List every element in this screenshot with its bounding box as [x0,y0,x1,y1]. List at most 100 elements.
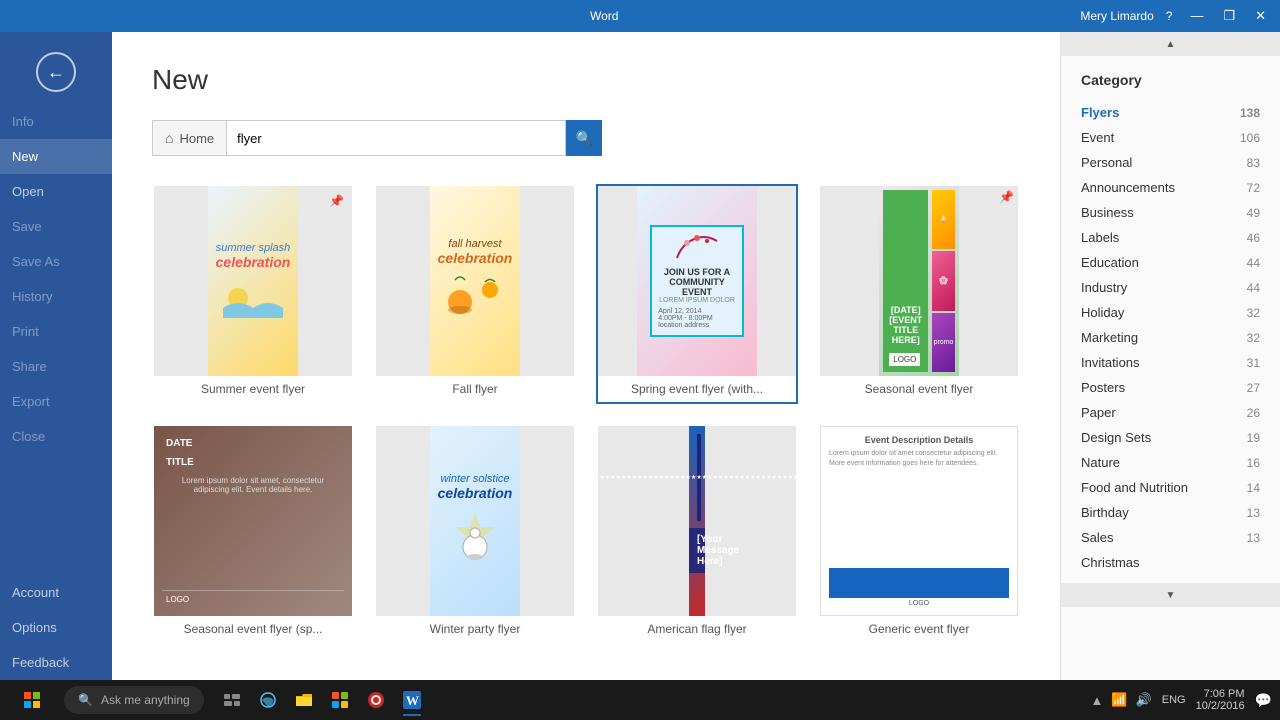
action-center-icon[interactable]: 💬 [1255,692,1272,709]
restore-button[interactable]: ❐ [1217,6,1241,26]
sidebar-item-close[interactable]: Close [0,419,112,454]
category-row-posters[interactable]: Posters 27 [1061,375,1280,400]
sidebar-item-saveas[interactable]: Save As [0,244,112,279]
sidebar-item-print[interactable]: Print [0,314,112,349]
taskbar-app-file-explorer[interactable] [288,684,320,716]
category-name-birthday: Birthday [1081,505,1129,520]
sidebar-item-feedback[interactable]: Feedback [0,645,112,680]
category-count-education: 44 [1247,256,1260,270]
category-row-education[interactable]: Education 44 [1061,250,1280,275]
taskbar-system-icons: ▲ 📶 🔊 [1091,692,1152,708]
template-card-generic[interactable]: Event Description Details Lorem ipsum do… [818,424,1020,644]
category-name-business: Business [1081,205,1134,220]
template-card-spring[interactable]: JOIN US FOR A COMMUNITY EVENT LOREM IPSU… [596,184,798,404]
template-label-flag: American flag flyer [598,616,796,642]
template-card-summer[interactable]: summer splash celebration 📌 Summer event… [152,184,354,404]
category-count-nature: 16 [1247,456,1260,470]
category-row-design-sets[interactable]: Design Sets 19 [1061,425,1280,450]
taskbar-app-store[interactable] [324,684,356,716]
category-row-event[interactable]: Event 106 [1061,125,1280,150]
category-count-flyers: 138 [1240,106,1260,120]
sidebar: ← Info New Open Save Save As History Pri… [0,32,112,680]
sidebar-item-account[interactable]: Account [0,575,112,610]
pin-icon-seasonal: 📌 [999,190,1014,204]
template-card-seasonal[interactable]: [DATE] [EVENT TITLE HERE] LOGO 🍦 � [818,184,1020,404]
template-label-seasonal: Seasonal event flyer [820,376,1018,402]
content-area: New ⌂ Home 🔍 summer splash celebration [112,32,1060,680]
category-row-holiday[interactable]: Holiday 32 [1061,300,1280,325]
search-button[interactable]: 🔍 [566,120,602,156]
taskbar-app-edge[interactable] [252,684,284,716]
template-card-seasonal2[interactable]: DATE TITLE Lorem ipsum dolor sit amet, c… [152,424,354,644]
taskbar-clock[interactable]: 7:06 PM 10/2/2016 [1196,688,1245,712]
search-input[interactable] [226,120,566,156]
category-count-industry: 44 [1247,281,1260,295]
taskbar-app-word[interactable]: W [396,684,428,716]
taskbar-app-security[interactable] [360,684,392,716]
sidebar-item-open[interactable]: Open [0,174,112,209]
back-button[interactable]: ← [36,52,76,92]
notification-icon[interactable]: ▲ [1091,693,1104,708]
help-button[interactable]: ? [1166,9,1173,23]
scroll-down-button[interactable]: ▼ [1061,583,1280,607]
home-button[interactable]: ⌂ Home [152,120,226,156]
app-name: Word [590,9,618,23]
network-icon[interactable]: 📶 [1111,692,1127,708]
category-row-business[interactable]: Business 49 [1061,200,1280,225]
sidebar-nav: Info New Open Save Save As History Print… [0,104,112,454]
category-row-nature[interactable]: Nature 16 [1061,450,1280,475]
template-thumb-seasonal: [DATE] [EVENT TITLE HERE] LOGO 🍦 � [820,186,1018,376]
start-button[interactable] [8,680,56,720]
category-name-nature: Nature [1081,455,1120,470]
home-label: Home [179,131,214,146]
category-row-marketing[interactable]: Marketing 32 [1061,325,1280,350]
search-bar: ⌂ Home 🔍 [152,120,1020,156]
template-label-spring: Spring event flyer (with... [598,376,796,402]
search-icon: 🔍 [575,130,592,147]
category-row-labels[interactable]: Labels 46 [1061,225,1280,250]
sidebar-item-info[interactable]: Info [0,104,112,139]
sidebar-item-export[interactable]: Export [0,384,112,419]
taskbar-search-box[interactable]: 🔍 Ask me anything [64,686,204,714]
category-row-industry[interactable]: Industry 44 [1061,275,1280,300]
category-count-sales: 13 [1247,531,1260,545]
sidebar-item-save[interactable]: Save [0,209,112,244]
home-icon: ⌂ [165,130,173,146]
category-row-invitations[interactable]: Invitations 31 [1061,350,1280,375]
category-row-announcements[interactable]: Announcements 72 [1061,175,1280,200]
template-card-winter[interactable]: winter solstice celebration Winter p [374,424,576,644]
sidebar-item-share[interactable]: Share [0,349,112,384]
category-name-personal: Personal [1081,155,1132,170]
volume-icon[interactable]: 🔊 [1136,692,1152,708]
template-card-fall[interactable]: fall harvest celebration [374,184,576,404]
taskbar-time: 7:06 PM [1196,688,1245,700]
scroll-up-button[interactable]: ▲ [1061,32,1280,56]
category-row-christmas[interactable]: Christmas [1061,550,1280,575]
taskbar: 🔍 Ask me anything [0,680,1280,720]
category-name-marketing: Marketing [1081,330,1138,345]
category-row-sales[interactable]: Sales 13 [1061,525,1280,550]
template-card-flag[interactable]: ★★★★★★★★★★★★★★★★★★★★★★★★★★★★★★★★★★★★★★★★… [596,424,798,644]
svg-text:W: W [406,693,419,708]
language-label[interactable]: ENG [1162,694,1186,706]
taskbar-app-task-view[interactable] [216,684,248,716]
template-thumb-summer: summer splash celebration 📌 [154,186,352,376]
sidebar-item-options[interactable]: Options [0,610,112,645]
category-row-flyers[interactable]: Flyers 138 [1061,100,1280,125]
category-row-food[interactable]: Food and Nutrition 14 [1061,475,1280,500]
taskbar-right: ▲ 📶 🔊 ENG 7:06 PM 10/2/2016 💬 [1091,688,1272,712]
category-row-personal[interactable]: Personal 83 [1061,150,1280,175]
category-name-sales: Sales [1081,530,1114,545]
template-grid: summer splash celebration 📌 Summer event… [152,184,1020,668]
taskbar-apps: W [216,684,428,716]
back-icon: ← [47,62,65,83]
close-button[interactable]: ✕ [1249,6,1272,26]
category-name-paper: Paper [1081,405,1116,420]
minimize-button[interactable]: — [1184,6,1209,26]
category-row-birthday[interactable]: Birthday 13 [1061,500,1280,525]
category-title: Category [1061,56,1280,100]
sidebar-item-new[interactable]: New [0,139,112,174]
category-row-paper[interactable]: Paper 26 [1061,400,1280,425]
category-name-labels: Labels [1081,230,1119,245]
sidebar-item-history[interactable]: History [0,279,112,314]
